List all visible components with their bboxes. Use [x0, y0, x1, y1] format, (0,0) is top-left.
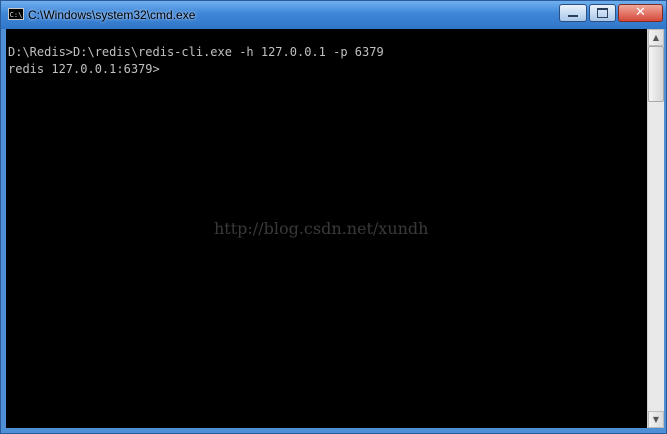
scroll-down-button[interactable]: ▼: [648, 411, 664, 428]
maximize-icon: [597, 8, 608, 18]
watermark-text: http://blog.csdn.net/xundh: [214, 219, 429, 238]
close-button[interactable]: ✕: [618, 4, 663, 22]
maximize-button[interactable]: [589, 4, 616, 22]
scroll-up-button[interactable]: ▲: [648, 29, 664, 46]
console-line-command: D:\Redis>D:\redis\redis-cli.exe -h 127.0…: [8, 45, 384, 59]
cmd-app-icon[interactable]: C:\: [8, 8, 24, 20]
close-icon: ✕: [635, 5, 646, 20]
arrow-up-icon: ▲: [652, 33, 660, 42]
minimize-button[interactable]: [559, 4, 587, 22]
vertical-scrollbar[interactable]: ▲ ▼: [647, 29, 664, 428]
title-bar[interactable]: C:\ C:\Windows\system32\cmd.exe ✕: [1, 1, 666, 29]
arrow-down-icon: ▼: [652, 415, 660, 424]
window-title: C:\Windows\system32\cmd.exe: [28, 8, 196, 22]
console-output-area[interactable]: D:\Redis>D:\redis\redis-cli.exe -h 127.0…: [6, 29, 647, 428]
scrollbar-thumb[interactable]: [648, 46, 664, 102]
minimize-icon: [568, 15, 578, 17]
console-line-prompt: redis 127.0.0.1:6379>: [8, 62, 160, 76]
cmd-window: C:\ C:\Windows\system32\cmd.exe ✕ D:\Red…: [0, 0, 667, 434]
